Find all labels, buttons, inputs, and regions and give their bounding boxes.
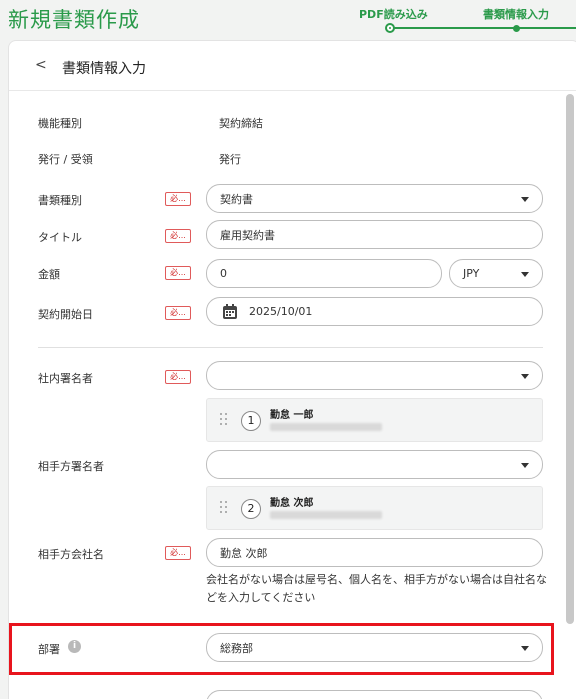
required-badge: 必... xyxy=(165,229,191,243)
required-badge: 必... xyxy=(165,546,191,560)
counterparty-signer-entry[interactable]: 2 勤怠 次郎 xyxy=(206,486,543,530)
card-header: < 書類情報入力 xyxy=(9,41,576,91)
start-date-input[interactable]: 2025/10/01 xyxy=(206,297,543,326)
amount-label: 金額 xyxy=(38,268,60,281)
required-badge: 必... xyxy=(165,266,191,280)
card-title: 書類情報入力 xyxy=(62,61,146,77)
function-type-value: 契約締結 xyxy=(219,117,263,130)
internal-signer-label: 社内署名者 xyxy=(38,372,93,385)
counterparty-company-value: 勤怠 次郎 xyxy=(220,546,268,560)
caret-down-icon xyxy=(521,196,529,202)
next-field-partial[interactable] xyxy=(206,690,543,699)
signer-name: 勤怠 次郎 xyxy=(270,498,314,509)
counterparty-company-input[interactable]: 勤怠 次郎 xyxy=(206,538,543,567)
counterparty-signer-label: 相手方署名者 xyxy=(38,460,104,473)
required-badge: 必... xyxy=(165,306,191,320)
drag-handle-icon[interactable] xyxy=(220,413,228,427)
counterparty-signer-select[interactable] xyxy=(206,450,543,479)
section-divider xyxy=(38,347,543,348)
step-pdf-import-dot xyxy=(385,23,395,33)
caret-down-icon xyxy=(521,462,529,468)
stepper-line xyxy=(389,27,576,29)
chevron-left-icon[interactable]: < xyxy=(35,57,47,73)
internal-signer-select[interactable] xyxy=(206,361,543,390)
required-badge: 必... xyxy=(165,370,191,384)
direction-label: 発行 / 受領 xyxy=(38,153,93,166)
counterparty-company-label: 相手方会社名 xyxy=(38,548,104,561)
step-pdf-import: PDF読み込み xyxy=(359,8,428,21)
doc-type-label: 書類種別 xyxy=(38,194,82,207)
doc-type-value: 契約書 xyxy=(220,192,253,206)
caret-down-icon xyxy=(521,271,529,277)
required-badge: 必... xyxy=(165,192,191,206)
doc-type-select[interactable]: 契約書 xyxy=(206,184,543,213)
counterparty-company-hint: 会社名がない場合は屋号名、個人名を、相手方がない場合は自社名などを入力してくださ… xyxy=(206,573,547,604)
doc-title-input[interactable]: 雇用契約書 xyxy=(206,220,543,249)
function-type-label: 機能種別 xyxy=(38,117,82,130)
drag-handle-icon[interactable] xyxy=(220,501,228,515)
start-date-value: 2025/10/01 xyxy=(249,305,313,318)
highlight-box xyxy=(9,623,554,675)
caret-down-icon xyxy=(521,373,529,379)
calendar-icon xyxy=(223,304,237,319)
signer-order-number: 1 xyxy=(241,411,261,431)
page-title: 新規書類作成 xyxy=(8,8,140,32)
start-date-label: 契約開始日 xyxy=(38,308,93,321)
amount-value: 0 xyxy=(220,267,227,280)
step-doc-info-dot xyxy=(513,25,520,32)
amount-input[interactable]: 0 xyxy=(206,259,442,288)
direction-value: 発行 xyxy=(219,153,241,166)
signer-email-redacted xyxy=(270,511,382,519)
currency-select[interactable]: JPY xyxy=(449,259,543,288)
scrollbar[interactable] xyxy=(566,94,574,624)
internal-signer-entry[interactable]: 1 勤怠 一郎 xyxy=(206,398,543,442)
doc-title-label: タイトル xyxy=(38,231,82,244)
doc-title-value: 雇用契約書 xyxy=(220,228,275,242)
signer-name: 勤怠 一郎 xyxy=(270,410,314,421)
progress-stepper: PDF読み込み 書類情報入力 xyxy=(350,0,576,36)
currency-value: JPY xyxy=(463,267,480,280)
signer-email-redacted xyxy=(270,423,382,431)
step-doc-info: 書類情報入力 xyxy=(483,8,549,21)
signer-order-number: 2 xyxy=(241,499,261,519)
